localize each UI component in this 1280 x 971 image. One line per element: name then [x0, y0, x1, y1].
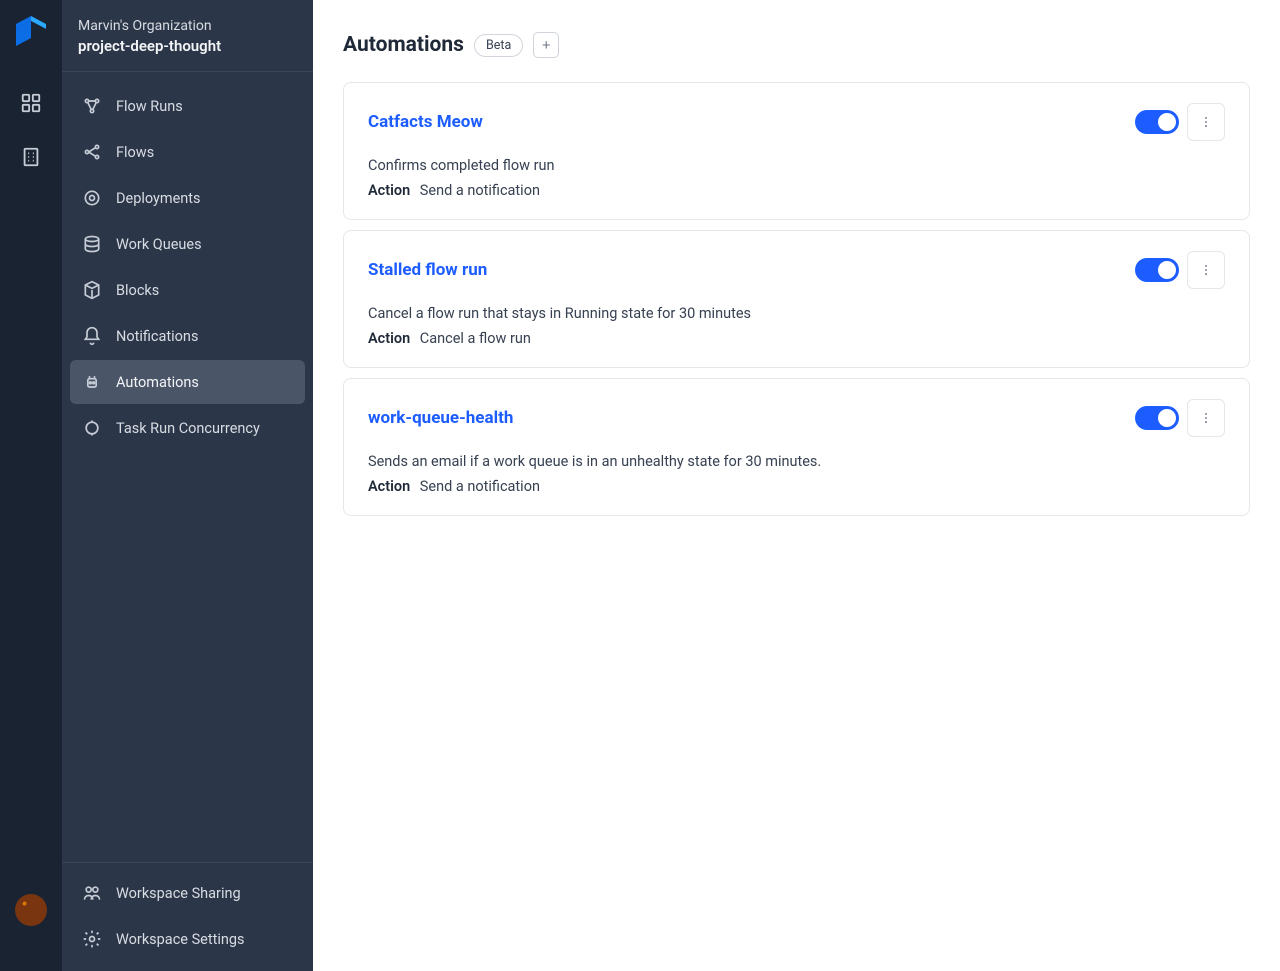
- automation-action: Action Send a notification: [368, 478, 1225, 495]
- plus-icon: +: [542, 38, 551, 53]
- automation-card: Stalled flow run Cancel a flow run that …: [343, 230, 1250, 368]
- sidebar-item-label: Work Queues: [116, 236, 202, 253]
- sidebar-item-deployments[interactable]: Deployments: [70, 176, 305, 220]
- beta-badge: Beta: [474, 34, 523, 57]
- action-value: Send a notification: [420, 478, 540, 495]
- sharing-icon: [82, 883, 102, 903]
- notifications-icon: [82, 326, 102, 346]
- sidebar-item-label: Automations: [116, 374, 199, 391]
- action-label: Action: [368, 330, 410, 347]
- automation-description: Sends an email if a work queue is in an …: [368, 453, 1225, 470]
- add-automation-button[interactable]: +: [533, 32, 559, 58]
- automations-icon: [82, 372, 102, 392]
- nav: Flow Runs Flows Deployments Work Queues …: [62, 72, 313, 862]
- automation-description: Confirms completed flow run: [368, 157, 1225, 174]
- sidebar-item-automations[interactable]: Automations: [70, 360, 305, 404]
- settings-icon: [82, 929, 102, 949]
- building-icon[interactable]: [20, 146, 42, 168]
- automation-card: work-queue-health Sends an email if a wo…: [343, 378, 1250, 516]
- sidebar-item-label: Deployments: [116, 190, 201, 207]
- flow-runs-icon: [82, 96, 102, 116]
- concurrency-icon: [82, 418, 102, 438]
- action-value: Cancel a flow run: [420, 330, 531, 347]
- sidebar-item-label: Workspace Settings: [116, 931, 245, 948]
- automation-title-link[interactable]: work-queue-health: [368, 408, 513, 428]
- automation-title-link[interactable]: Stalled flow run: [368, 260, 487, 280]
- blocks-icon: [82, 280, 102, 300]
- dots-vertical-icon: [1199, 263, 1213, 277]
- sidebar-item-blocks[interactable]: Blocks: [70, 268, 305, 312]
- sidebar-footer: Workspace Sharing Workspace Settings: [62, 862, 313, 971]
- enable-toggle[interactable]: [1135, 406, 1179, 430]
- enable-toggle[interactable]: [1135, 110, 1179, 134]
- sidebar-item-task-run-concurrency[interactable]: Task Run Concurrency: [70, 406, 305, 450]
- sidebar-item-label: Task Run Concurrency: [116, 420, 260, 437]
- dashboard-icon[interactable]: [20, 92, 42, 114]
- automation-action: Action Send a notification: [368, 182, 1225, 199]
- sidebar-item-work-queues[interactable]: Work Queues: [70, 222, 305, 266]
- sidebar-item-label: Workspace Sharing: [116, 885, 241, 902]
- page-header: Automations Beta +: [343, 32, 1250, 58]
- flows-icon: [82, 142, 102, 162]
- work-queues-icon: [82, 234, 102, 254]
- automation-card: Catfacts Meow Confirms completed flow ru…: [343, 82, 1250, 220]
- icon-rail: [0, 0, 62, 971]
- logo-icon: [16, 16, 46, 50]
- sidebar-item-workspace-settings[interactable]: Workspace Settings: [70, 917, 305, 961]
- deployments-icon: [82, 188, 102, 208]
- org-name: Marvin's Organization: [78, 18, 297, 34]
- sidebar-item-label: Blocks: [116, 282, 159, 299]
- sidebar-item-flows[interactable]: Flows: [70, 130, 305, 174]
- action-value: Send a notification: [420, 182, 540, 199]
- automation-description: Cancel a flow run that stays in Running …: [368, 305, 1225, 322]
- automation-menu-button[interactable]: [1187, 251, 1225, 289]
- sidebar-item-label: Flows: [116, 144, 154, 161]
- sidebar-header[interactable]: Marvin's Organization project-deep-thoug…: [62, 0, 313, 72]
- sidebar: Marvin's Organization project-deep-thoug…: [62, 0, 313, 971]
- main-content: Automations Beta + Catfacts Meow Confirm…: [313, 0, 1280, 971]
- sidebar-item-notifications[interactable]: Notifications: [70, 314, 305, 358]
- sidebar-item-workspace-sharing[interactable]: Workspace Sharing: [70, 871, 305, 915]
- sidebar-item-flow-runs[interactable]: Flow Runs: [70, 84, 305, 128]
- page-title: Automations: [343, 33, 464, 57]
- sidebar-item-label: Notifications: [116, 328, 198, 345]
- automation-menu-button[interactable]: [1187, 103, 1225, 141]
- avatar[interactable]: [15, 894, 47, 926]
- dots-vertical-icon: [1199, 115, 1213, 129]
- automation-action: Action Cancel a flow run: [368, 330, 1225, 347]
- enable-toggle[interactable]: [1135, 258, 1179, 282]
- automation-title-link[interactable]: Catfacts Meow: [368, 112, 483, 132]
- dots-vertical-icon: [1199, 411, 1213, 425]
- action-label: Action: [368, 478, 410, 495]
- project-name: project-deep-thought: [78, 37, 297, 55]
- action-label: Action: [368, 182, 410, 199]
- sidebar-item-label: Flow Runs: [116, 98, 183, 115]
- automation-menu-button[interactable]: [1187, 399, 1225, 437]
